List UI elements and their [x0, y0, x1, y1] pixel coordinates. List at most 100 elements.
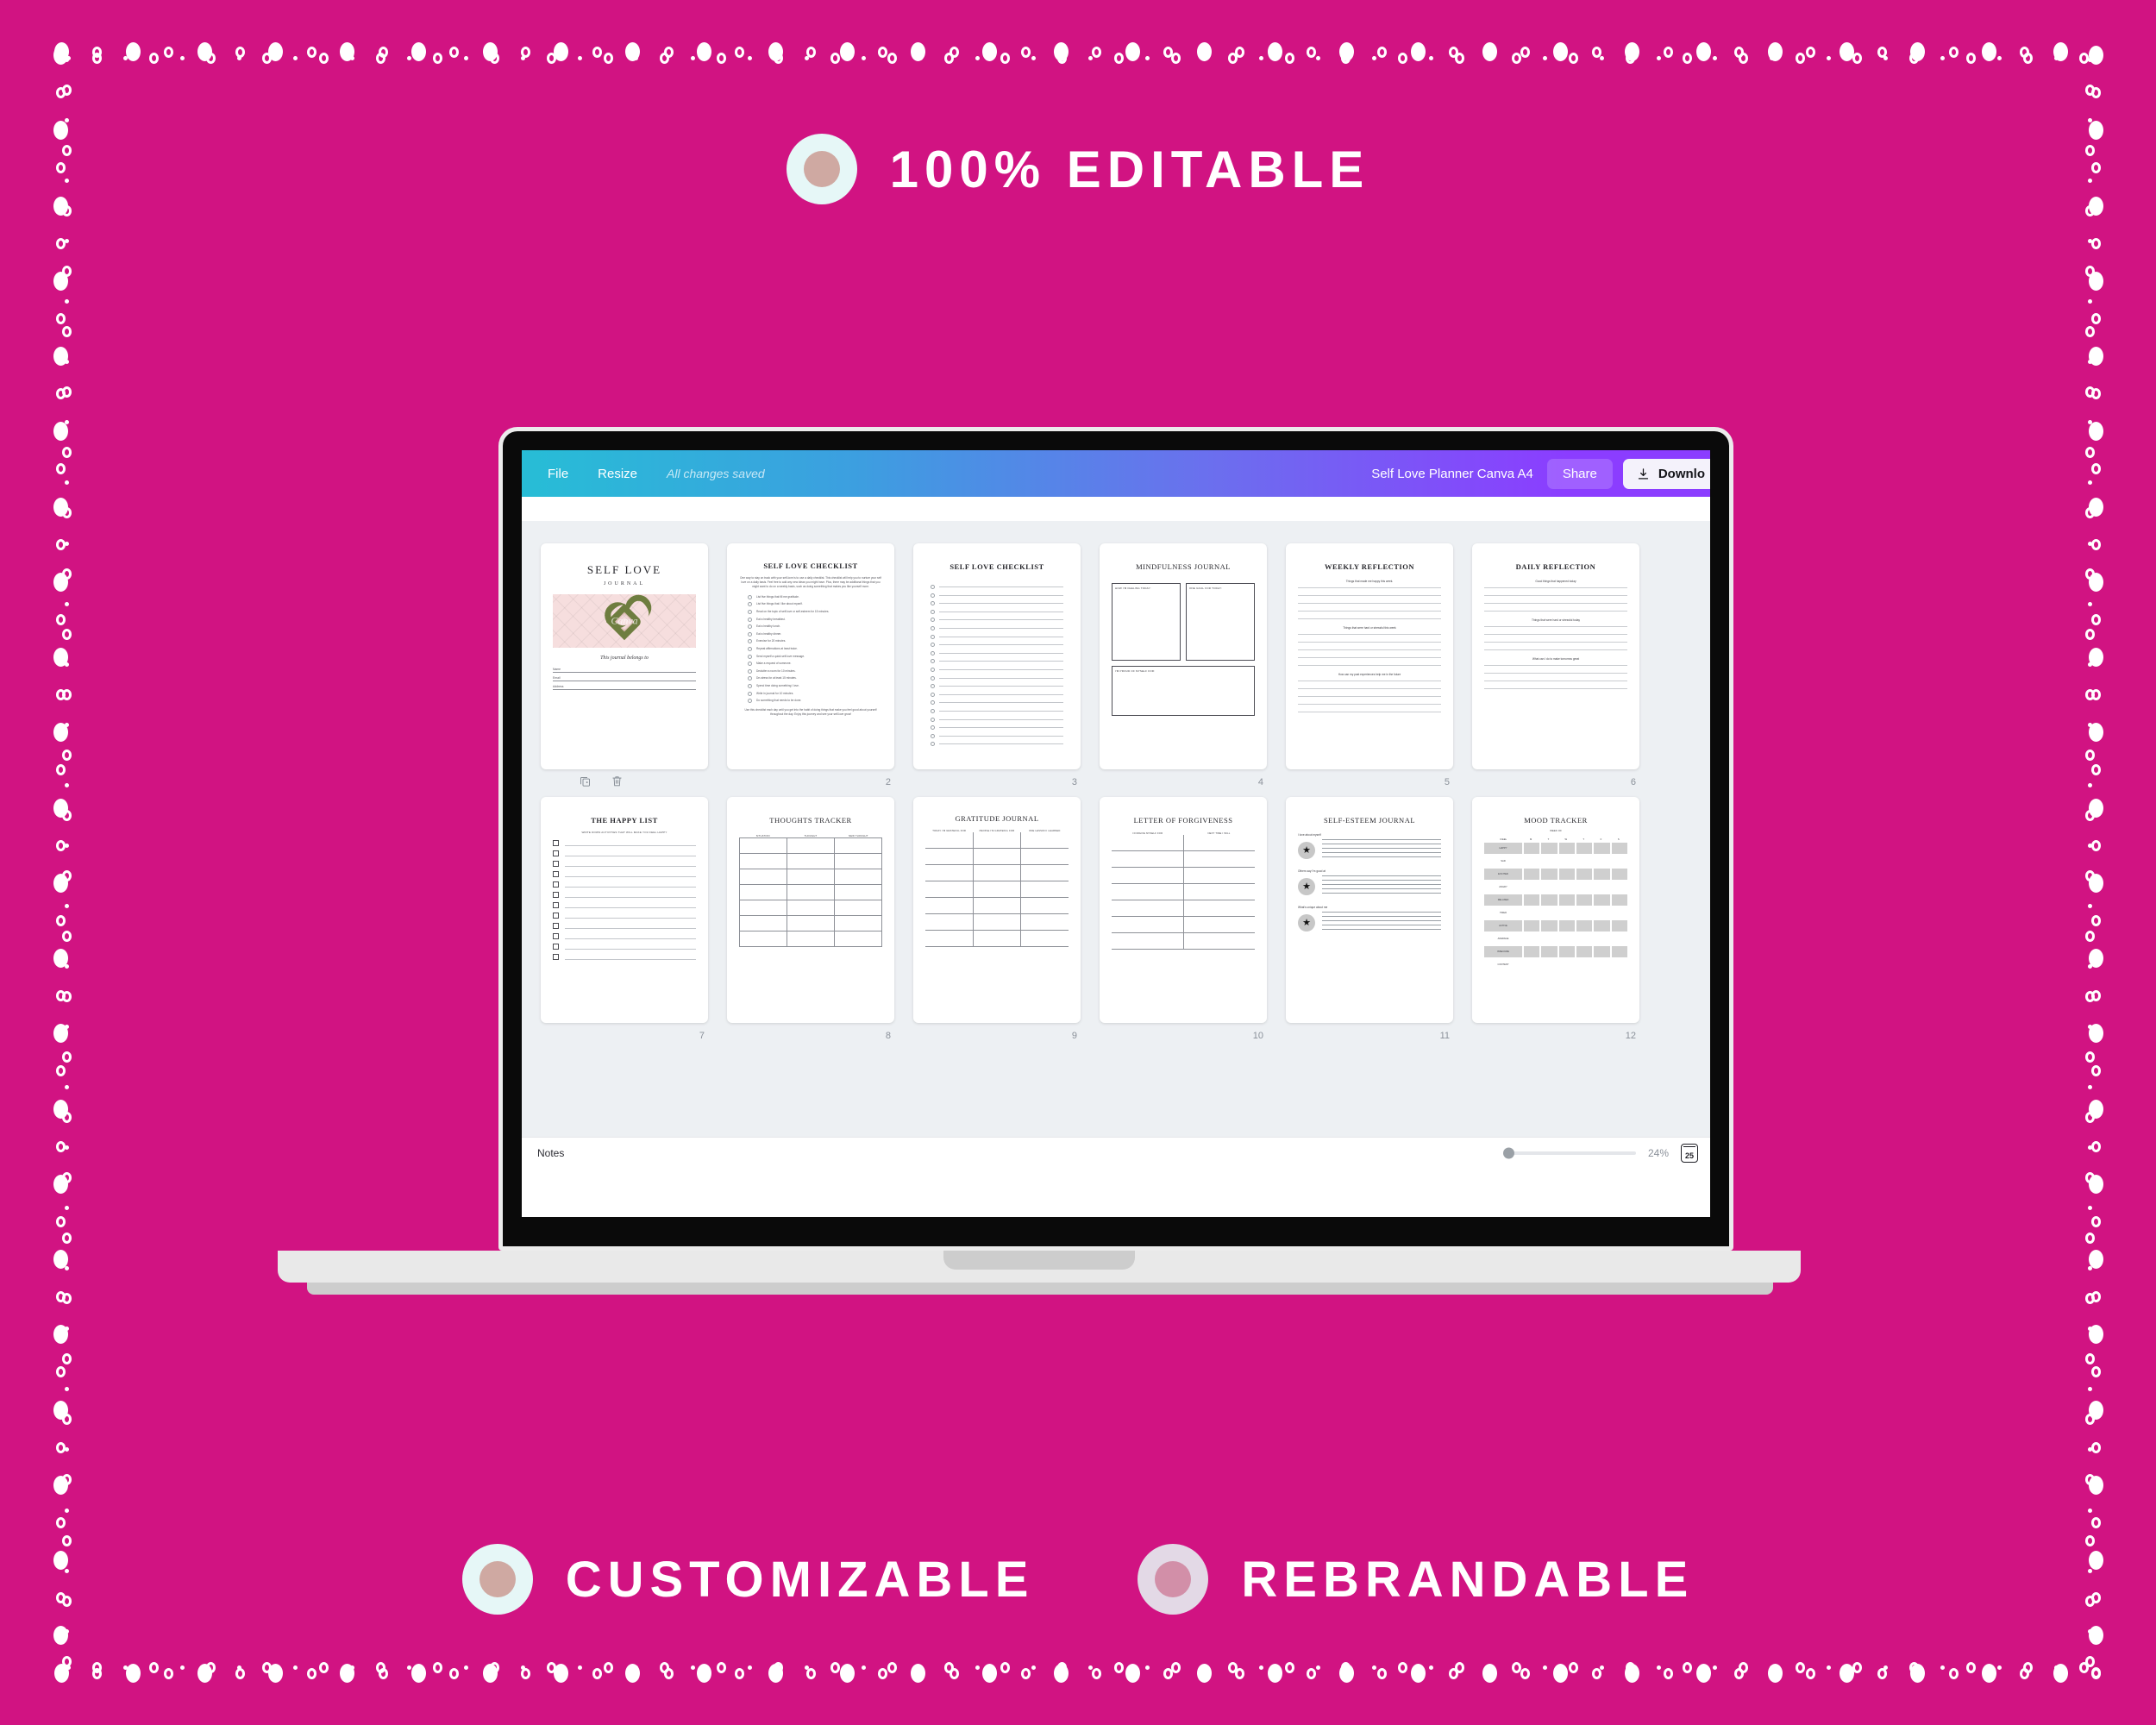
table-cell[interactable] — [740, 854, 787, 869]
checkbox-circle-icon[interactable] — [748, 602, 752, 607]
table-cell[interactable] — [974, 931, 1022, 946]
table-cell[interactable] — [787, 900, 835, 915]
checkbox-circle-icon[interactable] — [748, 668, 752, 674]
table-row[interactable] — [925, 914, 1069, 931]
table-cell[interactable] — [835, 900, 881, 915]
table-cell[interactable] — [1184, 933, 1256, 949]
mood-cell[interactable] — [1611, 946, 1627, 957]
checkbox-circle-icon[interactable] — [931, 725, 935, 731]
checklist-row[interactable] — [931, 667, 1063, 672]
table-row[interactable] — [740, 916, 881, 932]
email-field[interactable]: Email — [553, 676, 696, 681]
table-row[interactable] — [1112, 851, 1255, 868]
write-line[interactable] — [1298, 696, 1441, 697]
table-cell[interactable] — [925, 914, 974, 930]
mood-row[interactable]: SAD — [1484, 856, 1627, 867]
checkbox-square-icon[interactable] — [553, 943, 559, 950]
page-cell[interactable]: SELF LOVE CHECKLIST One way to stay on t… — [727, 543, 894, 795]
table-row[interactable] — [740, 900, 881, 916]
table-cell[interactable] — [740, 869, 787, 884]
table-grid[interactable] — [1112, 835, 1255, 950]
checkbox-circle-icon[interactable] — [748, 691, 752, 696]
checkbox-square-icon[interactable] — [553, 912, 559, 919]
table-cell[interactable] — [925, 832, 974, 848]
checkbox-circle-icon[interactable] — [931, 643, 935, 648]
self-esteem-row[interactable]: ★ — [1298, 912, 1441, 933]
feeling-box[interactable]: HOW I'M FEELING TODAY: — [1112, 583, 1181, 661]
checkbox-square-icon[interactable] — [553, 850, 559, 856]
mood-cell[interactable] — [1576, 920, 1593, 932]
happy-list-row[interactable] — [553, 953, 696, 960]
table-cell[interactable] — [925, 881, 974, 897]
checkbox-circle-icon[interactable] — [931, 618, 935, 623]
table-cell[interactable] — [1021, 914, 1069, 930]
mood-cell[interactable] — [1594, 869, 1610, 880]
write-line[interactable] — [1484, 665, 1627, 666]
checkbox-circle-icon[interactable] — [931, 684, 935, 689]
checklist-row[interactable] — [931, 708, 1063, 713]
mood-cell[interactable] — [1524, 946, 1540, 957]
happy-list-row[interactable] — [553, 943, 696, 950]
happy-list-row[interactable] — [553, 912, 696, 919]
page-thumbnail-10[interactable]: LETTER OF FORGIVENESS I FORGIVE MYSELF F… — [1100, 797, 1267, 1023]
checklist-row[interactable] — [931, 692, 1063, 697]
checklist-row[interactable] — [931, 643, 1063, 648]
notes-button[interactable]: Notes — [537, 1147, 564, 1159]
checkbox-circle-icon[interactable] — [931, 634, 935, 639]
mood-cell[interactable] — [1559, 933, 1575, 944]
table-cell[interactable] — [974, 914, 1022, 930]
mood-cell[interactable] — [1594, 933, 1609, 944]
mood-cell[interactable] — [1524, 920, 1540, 932]
checklist-item[interactable]: Exercise for 20 minutes. — [748, 639, 882, 644]
table-cell[interactable] — [740, 838, 787, 853]
checklist-row[interactable] — [931, 733, 1063, 738]
write-line[interactable] — [1298, 618, 1441, 619]
mood-cell[interactable] — [1558, 869, 1575, 880]
table-cell[interactable] — [1112, 835, 1184, 850]
mood-cell[interactable] — [1612, 881, 1627, 893]
mood-cell[interactable] — [1541, 881, 1557, 893]
table-cell[interactable] — [974, 881, 1022, 897]
checkbox-circle-icon[interactable] — [931, 650, 935, 656]
checklist-item[interactable]: Spend time doing something I love. — [748, 683, 882, 688]
table-cell[interactable] — [925, 931, 974, 946]
table-row[interactable] — [740, 932, 881, 947]
mood-cell[interactable] — [1594, 843, 1610, 854]
mood-rows[interactable]: HAPPY SAD EXCITED ANGRY RELAXED TIRED ACTIVE AV… — [1484, 843, 1627, 970]
write-line[interactable] — [1484, 642, 1627, 643]
table-row[interactable] — [740, 869, 881, 885]
mood-row[interactable]: RELAXED — [1484, 894, 1627, 906]
mood-cell[interactable] — [1612, 856, 1627, 867]
write-line[interactable] — [1298, 611, 1441, 612]
write-line[interactable] — [1484, 673, 1627, 674]
page-thumbnail-6[interactable]: DAILY REFLECTION Good things that happen… — [1472, 543, 1639, 769]
page-thumbnail-4[interactable]: MINDFULNESS JOURNAL HOW I'M FEELING TODA… — [1100, 543, 1267, 769]
checkbox-circle-icon[interactable] — [748, 647, 752, 652]
table-row[interactable] — [1112, 835, 1255, 851]
mood-row[interactable]: HAPPY — [1484, 843, 1627, 854]
table-cell[interactable] — [1112, 917, 1184, 932]
mood-cell[interactable] — [1611, 920, 1627, 932]
happy-list-row[interactable] — [553, 891, 696, 898]
mood-cell[interactable] — [1558, 920, 1575, 932]
address-field[interactable]: Address — [553, 685, 696, 690]
checkbox-circle-icon[interactable] — [931, 742, 935, 747]
checkbox-circle-icon[interactable] — [748, 654, 752, 659]
page-thumbnail-12[interactable]: MOOD TRACKER WEEK OF I FEEL M T W T F S HAPPY S… — [1472, 797, 1639, 1023]
write-line[interactable] — [1298, 649, 1441, 650]
page-cell[interactable]: SELF LOVE CHECKLIST 3 — [913, 543, 1081, 795]
table-row[interactable] — [925, 849, 1069, 865]
write-line[interactable] — [1298, 603, 1441, 604]
table-cell[interactable] — [1184, 868, 1256, 883]
table-cell[interactable] — [1021, 931, 1069, 946]
mood-cell[interactable] — [1611, 894, 1627, 906]
write-line[interactable] — [1484, 603, 1627, 604]
checklist-row[interactable] — [931, 717, 1063, 722]
table-cell[interactable] — [835, 838, 881, 853]
happy-list-row[interactable] — [553, 901, 696, 908]
write-line[interactable] — [1298, 657, 1441, 658]
mood-cell[interactable] — [1558, 894, 1575, 906]
happy-list-row[interactable] — [553, 870, 696, 877]
mood-cell[interactable] — [1558, 946, 1575, 957]
download-button[interactable]: Downlo — [1622, 458, 1710, 489]
